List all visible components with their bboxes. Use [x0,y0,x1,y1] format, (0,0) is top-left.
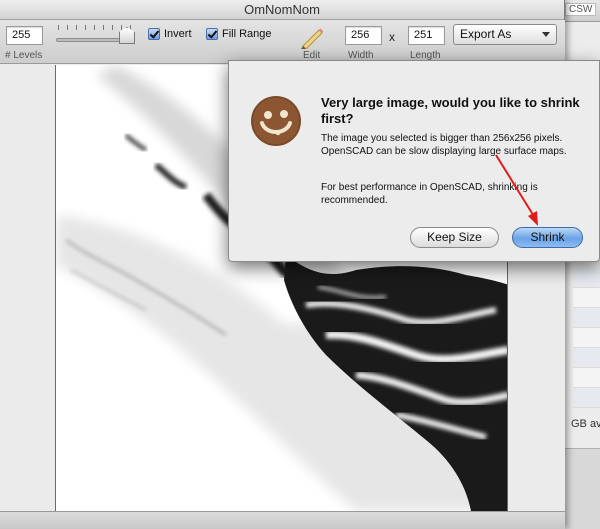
times-sign: x [389,30,395,44]
invert-label: Invert [164,28,192,40]
levels-label: # Levels [5,50,43,61]
list-item [573,288,600,308]
canvas-left-margin [0,65,55,511]
background-window-list [573,268,600,408]
keep-size-button[interactable]: Keep Size [410,227,499,248]
list-item [573,308,600,328]
shrink-dialog: Very large image, would you like to shri… [228,60,600,262]
list-item [573,328,600,348]
shrink-button[interactable]: Shrink [512,227,583,248]
dialog-recommendation: For best performance in OpenSCAD, shrink… [321,182,538,206]
fill-range-label: Fill Range [222,28,272,40]
list-item [573,348,600,368]
export-as-popup[interactable]: Export As [453,24,557,45]
dialog-title: Very large image, would you like to shri… [321,95,580,126]
window-title: OmNomNom [0,0,564,20]
length-field[interactable]: 251 [408,26,445,45]
background-window-tag: CSW [565,3,597,16]
window-bottom-bar [0,511,565,529]
invert-checkbox[interactable] [148,28,160,40]
chevron-down-icon [542,32,550,37]
cookie-smiley-icon [248,93,304,149]
fill-range-checkbox[interactable] [206,28,218,40]
list-item [573,388,600,408]
list-item [573,268,600,288]
width-field[interactable]: 256 [345,26,382,45]
levels-slider-ticks [58,25,132,31]
dialog-message: The image you selected is bigger than 25… [321,133,567,157]
pencil-icon[interactable] [299,27,325,50]
list-item [573,368,600,388]
export-as-label: Export As [460,27,512,41]
levels-field[interactable]: 255 [6,26,43,45]
background-window-status: GB availa [571,418,600,430]
